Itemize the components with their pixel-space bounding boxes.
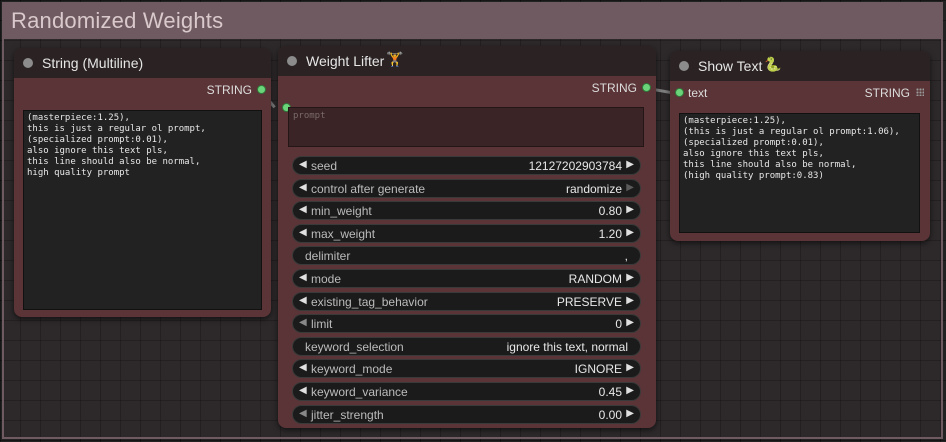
collapse-dot-icon[interactable] — [23, 58, 33, 68]
widget-value: IGNORE — [574, 362, 622, 377]
widget-label: keyword_variance — [311, 385, 408, 399]
increment-arrow-icon[interactable]: ▶ — [626, 159, 634, 170]
increment-arrow-icon[interactable]: ▶ — [626, 227, 634, 238]
widget-value: 0 — [615, 317, 622, 332]
widget-jitter-strength[interactable]: ◀ ▶ jitter_strength 0.00 — [292, 404, 641, 424]
widget-label: existing_tag_behavior — [311, 294, 428, 309]
widget-value: 0.00 — [598, 407, 622, 422]
increment-arrow-icon[interactable]: ▶ — [626, 204, 634, 215]
increment-arrow-icon[interactable]: ▶ — [626, 408, 634, 419]
widget-limit[interactable]: ◀ ▶ limit 0 — [292, 314, 641, 334]
weightlifter-icon: 🏋 — [386, 51, 404, 67]
widget-label: limit — [311, 317, 333, 332]
decrement-arrow-icon[interactable]: ◀ — [299, 385, 307, 396]
widget-keyword-selection[interactable]: keyword_selection ignore this text, norma… — [292, 336, 641, 356]
node-string-multiline[interactable]: String (Multiline) STRING (masterpiece:1… — [14, 48, 271, 317]
widget-label: max_weight — [311, 226, 376, 241]
widget-min-weight[interactable]: ◀ ▶ min_weight 0.80 — [292, 201, 641, 221]
widget-value: 0.80 — [598, 204, 622, 219]
collapse-dot-icon[interactable] — [287, 56, 297, 66]
group-header[interactable]: Randomized Weights — [4, 4, 941, 39]
widget-label: delimiter — [305, 249, 351, 264]
text-input-slot[interactable] — [675, 88, 684, 97]
decrement-arrow-icon[interactable]: ◀ — [299, 227, 307, 238]
widget-keyword-variance[interactable]: ◀ ▶ keyword_variance 0.45 — [292, 382, 641, 401]
prompt-placeholder: prompt — [293, 111, 326, 121]
widget-keyword-mode[interactable]: ◀ ▶ keyword_mode IGNORE — [292, 359, 641, 379]
widget-seed[interactable]: ◀ ▶ seed 12127202903784 — [292, 156, 641, 175]
decrement-arrow-icon[interactable]: ◀ — [299, 182, 307, 193]
increment-arrow-icon[interactable]: ▶ — [626, 295, 634, 306]
widget-label: keyword_mode — [311, 362, 393, 377]
output-label: STRING — [864, 86, 910, 100]
widget-max-weight[interactable]: ◀ ▶ max_weight 1.20 — [292, 223, 641, 243]
increment-arrow-icon[interactable]: ▶ — [626, 385, 634, 396]
decrement-arrow-icon[interactable]: ◀ — [299, 204, 307, 215]
node-title-bar[interactable]: Weight Lifter 🏋 — [278, 46, 656, 76]
python-icon: 🐍 — [764, 56, 782, 72]
node-weight-lifter[interactable]: Weight Lifter 🏋 STRING prompt ◀ ▶ seed 1212… — [278, 46, 656, 428]
grid-icon[interactable] — [916, 88, 924, 96]
node-show-text[interactable]: Show Text 🐍 text STRING (masterpiece:1.2… — [670, 51, 930, 241]
collapse-dot-icon[interactable] — [679, 61, 689, 71]
widget-label: min_weight — [311, 204, 372, 219]
node-title-bar[interactable]: String (Multiline) — [14, 48, 271, 78]
widget-value: , — [624, 249, 628, 264]
widget-mode[interactable]: ◀ ▶ mode RANDOM — [292, 269, 641, 288]
group-title: Randomized Weights — [11, 8, 224, 33]
widget-label: jitter_strength — [311, 407, 384, 422]
node-title: Weight Lifter — [306, 53, 385, 69]
output-slot[interactable] — [642, 83, 651, 92]
increment-arrow-icon[interactable]: ▶ — [626, 272, 634, 283]
node-title-bar[interactable]: Show Text 🐍 — [670, 51, 930, 81]
widget-existing-tag-behavior[interactable]: ◀ ▶ existing_tag_behavior PRESERVE — [292, 291, 641, 311]
multiline-text-input[interactable]: (masterpiece:1.25), this is just a regul… — [23, 110, 262, 310]
increment-arrow-icon[interactable]: ▶ — [626, 362, 634, 373]
decrement-arrow-icon[interactable]: ◀ — [299, 159, 307, 170]
widget-control-after-generate[interactable]: ◀ ▶ control after generate randomize — [292, 178, 641, 198]
output-text-display[interactable]: (masterpiece:1.25), (this is just a regu… — [679, 113, 920, 233]
output-label: STRING — [591, 81, 637, 95]
widget-delimiter[interactable]: delimiter, — [292, 246, 641, 266]
decrement-arrow-icon[interactable]: ◀ — [299, 272, 307, 283]
node-title: Show Text — [698, 58, 763, 74]
widget-value: ignore this text, normal — [506, 339, 628, 354]
decrement-arrow-icon[interactable]: ◀ — [299, 408, 307, 419]
increment-arrow-icon[interactable]: ▶ — [626, 182, 634, 193]
output-slot[interactable] — [257, 85, 266, 94]
widget-label: seed — [311, 159, 338, 173]
widget-label: mode — [311, 272, 342, 286]
output-label: STRING — [206, 83, 252, 97]
input-label: text — [688, 86, 708, 100]
node-title: String (Multiline) — [42, 55, 144, 71]
widget-label: control after generate — [311, 181, 426, 196]
widget-label: keyword_selection — [305, 339, 404, 354]
decrement-arrow-icon[interactable]: ◀ — [299, 295, 307, 306]
decrement-arrow-icon[interactable]: ◀ — [299, 362, 307, 373]
widget-value: RANDOM — [568, 272, 622, 286]
widget-value: 12127202903784 — [528, 159, 622, 173]
decrement-arrow-icon[interactable]: ◀ — [299, 317, 307, 328]
increment-arrow-icon[interactable]: ▶ — [626, 317, 634, 328]
widget-value: 1.20 — [598, 226, 622, 241]
prompt-input[interactable]: prompt — [288, 107, 644, 147]
widget-value: 0.45 — [598, 385, 622, 399]
widget-value: PRESERVE — [556, 294, 622, 309]
widget-value: randomize — [565, 181, 622, 196]
